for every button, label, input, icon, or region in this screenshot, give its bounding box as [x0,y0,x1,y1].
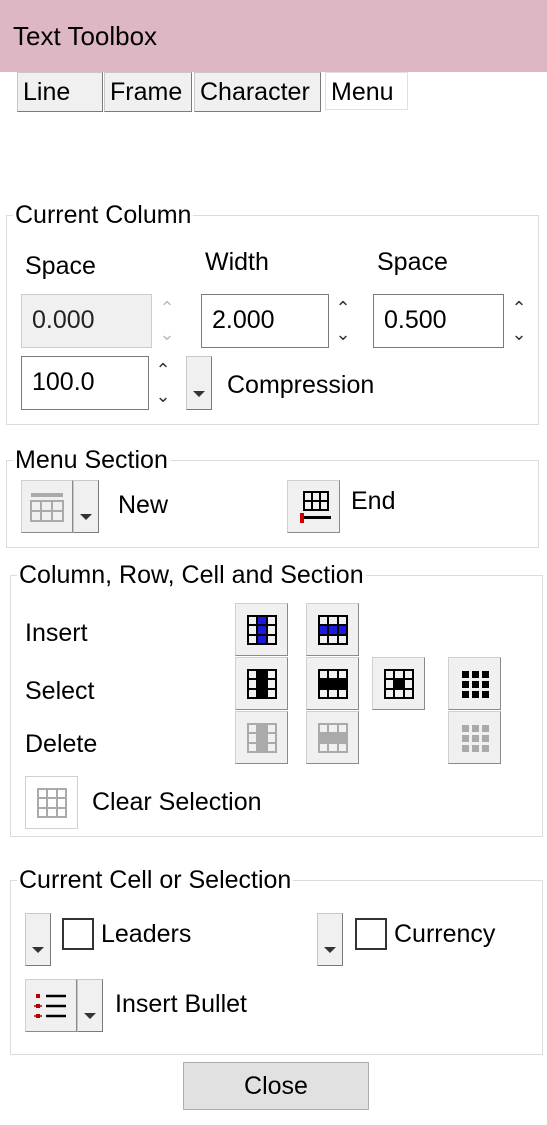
tab-line[interactable]: Line [17,72,103,112]
select-row-button[interactable] [306,657,359,710]
width-spinner[interactable]: ⌃ ⌄ [333,296,353,348]
chevron-up-icon[interactable]: ⌃ [333,296,353,322]
menu-section-title: Menu Section [13,446,170,475]
leaders-dropdown[interactable] [25,913,51,966]
chevron-up-icon[interactable]: ⌃ [153,358,173,384]
insert-row-button[interactable] [306,603,359,656]
currency-label: Currency [394,920,496,948]
delete-row-icon [317,722,348,753]
select-label: Select [25,677,95,705]
new-label: New [118,491,169,519]
insert-bullet-dropdown[interactable] [77,979,103,1032]
insert-column-button[interactable] [235,603,288,656]
delete-row-button[interactable] [306,711,359,764]
chevron-down-icon[interactable]: ⌄ [509,322,529,348]
select-column-button[interactable] [235,657,288,710]
insert-bullet-label: Insert Bullet [115,990,248,1018]
space-left-input[interactable]: 0.000 [21,294,152,348]
chevron-up-icon[interactable]: ⌃ [509,296,529,322]
close-button[interactable]: Close [183,1062,369,1110]
clear-selection-button[interactable] [25,776,78,829]
delete-column-button[interactable] [235,711,288,764]
tab-character[interactable]: Character [194,72,321,112]
chevron-down-icon[interactable]: ⌄ [153,384,173,410]
bullet-list-icon [34,993,66,1018]
select-cell-icon [383,668,414,699]
current-column-title: Current Column [13,201,194,230]
leaders-checkbox[interactable] [62,918,94,950]
delete-section-button[interactable] [448,711,501,764]
insert-row-icon [317,614,348,645]
space-right-label: Space [377,248,448,276]
delete-label: Delete [25,730,98,758]
clear-selection-label: Clear Selection [92,788,262,816]
new-section-button[interactable] [21,480,73,533]
select-section-icon [461,670,489,698]
chevron-up-icon[interactable]: ⌃ [157,296,177,322]
chevron-down-icon[interactable]: ⌄ [333,322,353,348]
delete-section-icon [461,724,489,752]
select-column-icon [246,668,277,699]
insert-label: Insert [25,619,88,647]
currency-checkbox[interactable] [355,918,387,950]
new-section-icon [30,492,64,522]
space-right-input[interactable]: 0.500 [373,294,504,348]
currency-dropdown[interactable] [317,913,343,966]
insert-bullet-button[interactable] [25,979,77,1032]
clear-selection-icon [36,787,67,818]
compression-dropdown[interactable] [186,356,212,410]
width-label: Width [205,248,269,276]
select-section-button[interactable] [448,657,501,710]
width-input[interactable]: 2.000 [201,294,329,348]
end-section-icon [299,490,331,523]
new-section-dropdown[interactable] [73,480,99,533]
compression-input[interactable]: 100.0 [21,356,149,410]
select-cell-button[interactable] [372,657,425,710]
leaders-label: Leaders [101,920,192,948]
compression-spinner[interactable]: ⌃ ⌄ [153,358,173,410]
insert-column-icon [246,614,277,645]
end-section-button[interactable] [287,480,340,533]
compression-label: Compression [227,371,375,399]
chevron-down-icon[interactable]: ⌄ [157,322,177,348]
crcs-title: Column, Row, Cell and Section [17,561,366,590]
space-right-spinner[interactable]: ⌃ ⌄ [509,296,529,348]
space-left-spinner[interactable]: ⌃ ⌄ [157,296,177,348]
end-label: End [351,487,396,515]
space-left-label: Space [25,252,96,280]
select-row-icon [317,668,348,699]
current-cell-title: Current Cell or Selection [17,866,294,895]
tab-menu[interactable]: Menu [325,72,408,110]
window-title: Text Toolbox [0,0,547,72]
delete-column-icon [246,722,277,753]
tab-frame[interactable]: Frame [104,72,192,112]
